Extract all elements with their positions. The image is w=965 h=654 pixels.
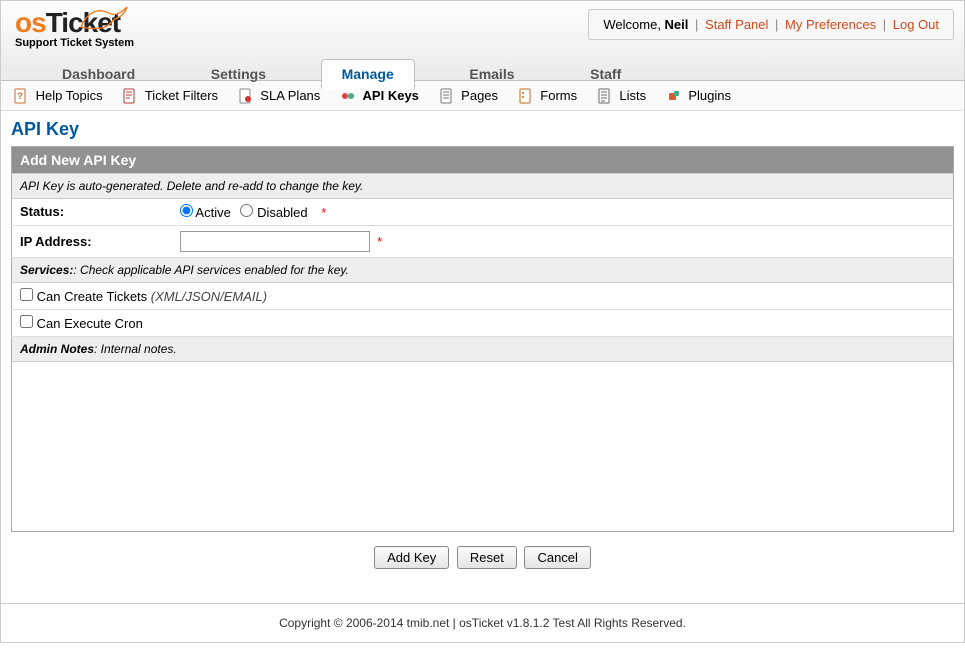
api-icon: [340, 88, 356, 104]
my-preferences-link[interactable]: My Preferences: [785, 17, 876, 32]
status-active-radio[interactable]: [180, 204, 193, 217]
logo[interactable]: osTicket Support Ticket System: [15, 7, 134, 49]
add-key-button[interactable]: Add Key: [374, 546, 449, 569]
tab-emails[interactable]: Emails: [448, 59, 535, 88]
can-create-tickets-checkbox[interactable]: [20, 288, 33, 301]
subnav-lists[interactable]: Lists: [597, 87, 646, 104]
sla-icon: [238, 88, 254, 104]
section-header: Add New API Key: [12, 146, 954, 173]
form-table: Add New API Key API Key is auto-generate…: [11, 146, 954, 362]
status-disabled-option[interactable]: Disabled: [240, 205, 311, 220]
admin-notes-textarea[interactable]: [11, 362, 954, 532]
can-execute-cron-checkbox[interactable]: [20, 315, 33, 328]
kangaroo-icon: [79, 3, 129, 34]
plugins-icon: [666, 88, 682, 104]
subnav-api-keys[interactable]: API Keys: [340, 87, 419, 104]
tab-manage[interactable]: Manage: [321, 59, 415, 89]
staff-panel-link[interactable]: Staff Panel: [705, 17, 768, 32]
required-marker: *: [377, 234, 382, 249]
can-create-tickets-option[interactable]: Can Create Tickets (XML/JSON/EMAIL): [20, 289, 267, 304]
subnav-plugins[interactable]: Plugins: [666, 87, 731, 104]
svg-text:?: ?: [17, 91, 23, 101]
help-icon: ?: [13, 88, 29, 104]
pages-icon: [439, 88, 455, 104]
subnav-help-topics[interactable]: ? Help Topics: [13, 87, 103, 104]
status-disabled-radio[interactable]: [240, 204, 253, 217]
admin-notes-header: Admin Notes: Internal notes.: [12, 336, 954, 361]
forms-icon: [518, 88, 534, 104]
status-active-option[interactable]: Active: [180, 205, 235, 220]
user-bar: Welcome, Neil | Staff Panel | My Prefere…: [588, 9, 954, 40]
tab-staff[interactable]: Staff: [569, 59, 642, 88]
subnav-pages[interactable]: Pages: [439, 87, 499, 104]
header: osTicket Support Ticket System Welcome, …: [1, 1, 964, 81]
lists-icon: [597, 88, 613, 104]
main-nav: Dashboard Settings Manage Emails Staff: [11, 59, 954, 88]
ip-label: IP Address:: [12, 225, 172, 257]
tab-settings[interactable]: Settings: [190, 59, 287, 88]
section-hint: API Key is auto-generated. Delete and re…: [12, 173, 954, 198]
ip-address-input[interactable]: [180, 231, 370, 252]
filter-icon: [122, 88, 138, 104]
reset-button[interactable]: Reset: [457, 546, 517, 569]
tab-dashboard[interactable]: Dashboard: [41, 59, 156, 88]
services-header: Services:: Check applicable API services…: [12, 257, 954, 282]
button-row: Add Key Reset Cancel: [11, 532, 954, 573]
subnav-forms[interactable]: Forms: [518, 87, 577, 104]
status-label: Status:: [12, 198, 172, 225]
subnav-ticket-filters[interactable]: Ticket Filters: [122, 87, 218, 104]
welcome-text: Welcome,: [603, 17, 664, 32]
logo-subtitle: Support Ticket System: [15, 37, 134, 49]
logo-prefix: os: [15, 7, 46, 38]
content: API Key Add New API Key API Key is auto-…: [1, 111, 964, 603]
user-name: Neil: [665, 17, 689, 32]
can-execute-cron-option[interactable]: Can Execute Cron: [20, 316, 143, 331]
required-marker: *: [321, 205, 326, 220]
cancel-button[interactable]: Cancel: [524, 546, 590, 569]
footer: Copyright © 2006-2014 tmib.net | osTicke…: [1, 603, 964, 642]
page-title: API Key: [11, 119, 954, 140]
logout-link[interactable]: Log Out: [893, 17, 939, 32]
subnav-sla-plans[interactable]: SLA Plans: [238, 87, 321, 104]
